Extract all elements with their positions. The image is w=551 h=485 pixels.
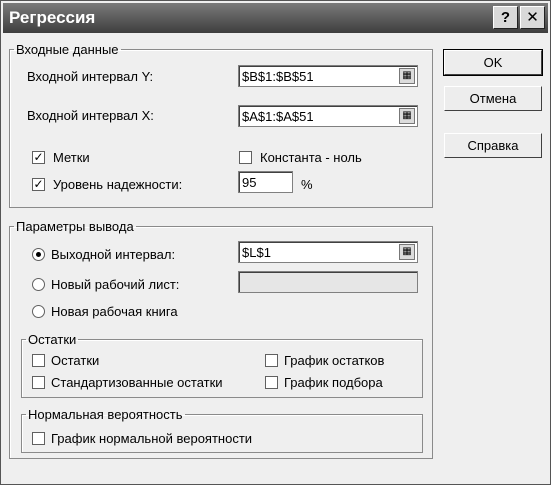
residuals-label: Остатки	[51, 353, 100, 368]
new-workbook-label: Новая рабочая книга	[51, 304, 178, 319]
constant-zero-label: Константа - ноль	[260, 150, 362, 165]
new-sheet-radio[interactable]	[32, 278, 45, 291]
cancel-button[interactable]: Отмена	[444, 86, 542, 111]
y-range-value: $B$1:$B$51	[242, 69, 314, 84]
confidence-label: Уровень надежности:	[53, 177, 183, 192]
labels-checkbox[interactable]: ✓	[32, 151, 45, 164]
normal-probability-legend: Нормальная вероятность	[28, 407, 183, 422]
normal-plot-checkbox[interactable]	[32, 432, 45, 445]
residuals-legend: Остатки	[28, 332, 77, 347]
title-bar: Регрессия ? ✕	[3, 3, 548, 33]
std-residuals-checkbox[interactable]	[32, 376, 45, 389]
x-range-value: $A$1:$A$51	[242, 109, 314, 124]
new-sheet-input[interactable]	[238, 271, 418, 293]
normal-probability-group: Нормальная вероятность	[21, 407, 423, 453]
output-range-radio[interactable]	[32, 248, 45, 261]
close-icon[interactable]: ✕	[520, 6, 545, 29]
output-range-value: $L$1	[242, 245, 271, 260]
output-range-select-icon[interactable]: ▦	[399, 244, 415, 260]
output-range-label: Выходной интервал:	[51, 247, 176, 262]
residual-plot-label: График остатков	[284, 353, 385, 368]
x-range-input[interactable]: $A$1:$A$51 ▦	[238, 105, 418, 127]
ok-button[interactable]: OK	[443, 49, 543, 76]
y-range-input[interactable]: $B$1:$B$51 ▦	[238, 65, 418, 87]
confidence-input[interactable]: 95	[238, 171, 293, 193]
constant-zero-checkbox[interactable]	[239, 151, 252, 164]
x-range-label: Входной интервал X:	[27, 108, 154, 123]
fit-plot-label: График подбора	[284, 375, 383, 390]
residuals-checkbox[interactable]	[32, 354, 45, 367]
percent-unit: %	[301, 177, 313, 192]
normal-plot-label: График нормальной вероятности	[51, 431, 253, 446]
confidence-checkbox[interactable]: ✓	[32, 178, 45, 191]
y-range-label: Входной интервал Y:	[27, 69, 154, 84]
new-workbook-radio[interactable]	[32, 305, 45, 318]
new-sheet-label: Новый рабочий лист:	[51, 277, 180, 292]
residual-plot-checkbox[interactable]	[265, 354, 278, 367]
check-icon: ✓	[33, 150, 44, 164]
x-range-select-icon[interactable]: ▦	[399, 108, 415, 124]
help-button[interactable]: Справка	[444, 133, 542, 158]
labels-label: Метки	[53, 150, 90, 165]
confidence-value: 95	[242, 175, 257, 190]
output-options-legend: Параметры вывода	[16, 219, 134, 234]
fit-plot-checkbox[interactable]	[265, 376, 278, 389]
help-icon[interactable]: ?	[493, 6, 518, 29]
check-icon: ✓	[33, 177, 44, 191]
input-data-legend: Входные данные	[16, 42, 119, 57]
std-residuals-label: Стандартизованные остатки	[51, 375, 223, 390]
radio-selected-icon	[36, 252, 41, 257]
output-range-input[interactable]: $L$1 ▦	[238, 241, 418, 263]
dialog-title: Регрессия	[9, 8, 96, 27]
regression-dialog: Регрессия ? ✕ Входные данные Входной инт…	[0, 0, 551, 485]
y-range-select-icon[interactable]: ▦	[399, 68, 415, 84]
